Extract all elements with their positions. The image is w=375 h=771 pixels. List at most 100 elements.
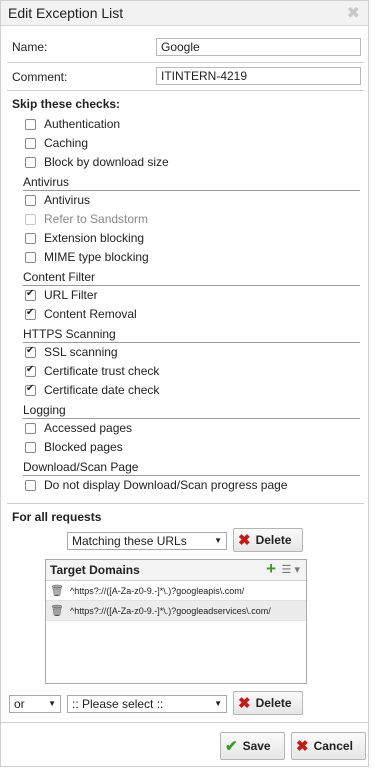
checkbox-box[interactable] xyxy=(25,479,36,491)
dropdown-arrow-icon: ▼ xyxy=(214,536,222,545)
operator-value: or xyxy=(14,697,25,711)
for-all-requests-heading: For all requests xyxy=(12,510,102,524)
section-title: Download/Scan Page xyxy=(23,460,139,474)
delete-label: Delete xyxy=(255,696,292,710)
domain-pattern: ^https?://([A-Za-z0-9.-]*\.)?googleapis\… xyxy=(69,585,245,596)
checkbox-extension-blocking[interactable]: Extension blocking xyxy=(25,231,144,245)
section-divider xyxy=(23,285,360,286)
checkbox-box[interactable] xyxy=(25,383,36,396)
checkbox-box[interactable] xyxy=(25,251,36,263)
checkbox-box[interactable] xyxy=(25,307,36,320)
checkbox-label: Block by download size xyxy=(44,155,169,169)
target-domains-panel: Target Domains + ☰ ▾ 🗑 ^https?://([A-Za-z… xyxy=(45,559,307,684)
checkbox-box[interactable] xyxy=(25,232,36,244)
section-divider xyxy=(23,190,360,191)
cancel-button[interactable]: ✖ Cancel xyxy=(291,732,366,760)
checkbox-blocked-pages[interactable]: Blocked pages xyxy=(25,440,123,454)
section-divider xyxy=(23,342,360,343)
checkbox-label: Content Removal xyxy=(44,307,137,321)
name-input[interactable] xyxy=(156,38,361,56)
match-type-select[interactable]: Matching these URLs ▼ xyxy=(67,532,227,550)
checkbox-box[interactable] xyxy=(25,345,36,358)
skip-checks-heading: Skip these checks: xyxy=(12,97,121,111)
checkbox-label: Extension blocking xyxy=(44,231,145,245)
divider xyxy=(7,503,364,504)
checkbox-box[interactable] xyxy=(25,422,36,434)
save-button[interactable]: ✔ Save xyxy=(220,732,285,760)
section-title: Antivirus xyxy=(23,175,70,189)
comment-input[interactable] xyxy=(156,67,361,85)
checkbox-block-by-download-size[interactable]: Block by download size xyxy=(25,155,169,169)
checkbox-url-filter[interactable]: URL Filter xyxy=(25,288,98,302)
red-x-icon: ✖ xyxy=(296,738,309,755)
checkbox-content-removal[interactable]: Content Removal xyxy=(25,307,137,321)
condition-value: :: Please select :: xyxy=(72,697,164,711)
cancel-label: Cancel xyxy=(313,739,353,753)
checkbox-do-not-display-download-scan-progress-page[interactable]: Do not display Download/Scan progress pa… xyxy=(25,478,287,492)
checkbox-box[interactable] xyxy=(25,156,36,168)
delete-condition-button[interactable]: ✖ Delete xyxy=(233,691,303,715)
checkbox-caching[interactable]: Caching xyxy=(25,136,88,150)
close-icon[interactable]: ✖ xyxy=(347,3,360,23)
checkbox-label: Certificate trust check xyxy=(44,364,160,378)
list-menu-icon[interactable]: ☰ ▾ xyxy=(282,563,300,576)
red-x-icon: ✖ xyxy=(238,695,251,712)
checkbox-label: Antivirus xyxy=(44,193,91,207)
edit-exception-dialog: Edit Exception List ✖ Name: Comment: Ski… xyxy=(0,0,369,767)
list-item[interactable]: 🗑 ^https?://([A-Za-z0-9.-]*\.)?googleapis… xyxy=(46,581,306,601)
checkbox-certificate-trust-check[interactable]: Certificate trust check xyxy=(25,364,159,378)
checkbox-label: MIME type blocking xyxy=(44,250,149,264)
checkbox-certificate-date-check[interactable]: Certificate date check xyxy=(25,383,159,397)
checkbox-antivirus[interactable]: Antivirus xyxy=(25,193,90,207)
green-check-icon: ✔ xyxy=(225,738,238,755)
divider xyxy=(1,722,368,723)
trash-icon[interactable]: 🗑 xyxy=(50,584,64,597)
checkbox-box[interactable] xyxy=(25,288,36,301)
operator-select[interactable]: or ▼ xyxy=(9,695,61,713)
panel-header: Target Domains + ☰ ▾ xyxy=(46,559,306,581)
dialog-title: Edit Exception List xyxy=(8,5,124,21)
checkbox-label: URL Filter xyxy=(44,288,98,302)
domain-pattern: ^https?://([A-Za-z0-9.-]*\.)?googleadser… xyxy=(69,605,271,616)
save-label: Save xyxy=(242,739,271,753)
checkbox-label: SSL scanning xyxy=(44,345,118,359)
divider xyxy=(7,62,364,63)
checkbox-box[interactable] xyxy=(25,137,36,149)
panel-title: Target Domains xyxy=(50,563,140,577)
checkbox-label: Accessed pages xyxy=(44,421,133,435)
divider xyxy=(7,90,364,91)
checkbox-mime-type-blocking[interactable]: MIME type blocking xyxy=(25,250,149,264)
dropdown-arrow-icon: ▼ xyxy=(48,699,56,708)
dropdown-arrow-icon: ▼ xyxy=(214,699,222,708)
checkbox-accessed-pages[interactable]: Accessed pages xyxy=(25,421,132,435)
checkbox-box[interactable] xyxy=(25,441,36,453)
match-type-value: Matching these URLs xyxy=(72,534,187,548)
delete-label: Delete xyxy=(255,533,292,547)
dialog-titlebar: Edit Exception List ✖ xyxy=(1,1,368,26)
checkbox-box xyxy=(25,213,36,225)
delete-match-button[interactable]: ✖ Delete xyxy=(233,528,303,552)
section-title: HTTPS Scanning xyxy=(23,327,116,341)
name-label: Name: xyxy=(12,40,48,54)
checkbox-ssl-scanning[interactable]: SSL scanning xyxy=(25,345,118,359)
section-divider xyxy=(23,475,360,476)
checkbox-box[interactable] xyxy=(25,118,36,130)
plus-icon[interactable]: + xyxy=(266,559,276,579)
section-title: Content Filter xyxy=(23,270,96,284)
checkbox-label: Caching xyxy=(44,136,89,150)
checkbox-label: Do not display Download/Scan progress pa… xyxy=(44,478,288,492)
section-title: Logging xyxy=(23,403,66,417)
comment-label: Comment: xyxy=(12,70,68,84)
checkbox-label: Blocked pages xyxy=(44,440,123,454)
trash-icon[interactable]: 🗑 xyxy=(50,604,64,617)
checkbox-box[interactable] xyxy=(25,364,36,377)
condition-select[interactable]: :: Please select :: ▼ xyxy=(67,695,227,713)
checkbox-box[interactable] xyxy=(25,194,36,206)
red-x-icon: ✖ xyxy=(238,532,251,549)
checkbox-label: Authentication xyxy=(44,117,121,131)
list-item[interactable]: 🗑 ^https?://([A-Za-z0-9.-]*\.)?googleadse… xyxy=(46,601,306,621)
checkbox-label: Refer to Sandstorm xyxy=(44,212,149,226)
domain-list: 🗑 ^https?://([A-Za-z0-9.-]*\.)?googleapis… xyxy=(46,581,306,621)
checkbox-refer-to-sandstorm: Refer to Sandstorm xyxy=(25,212,148,226)
checkbox-authentication[interactable]: Authentication xyxy=(25,117,120,131)
